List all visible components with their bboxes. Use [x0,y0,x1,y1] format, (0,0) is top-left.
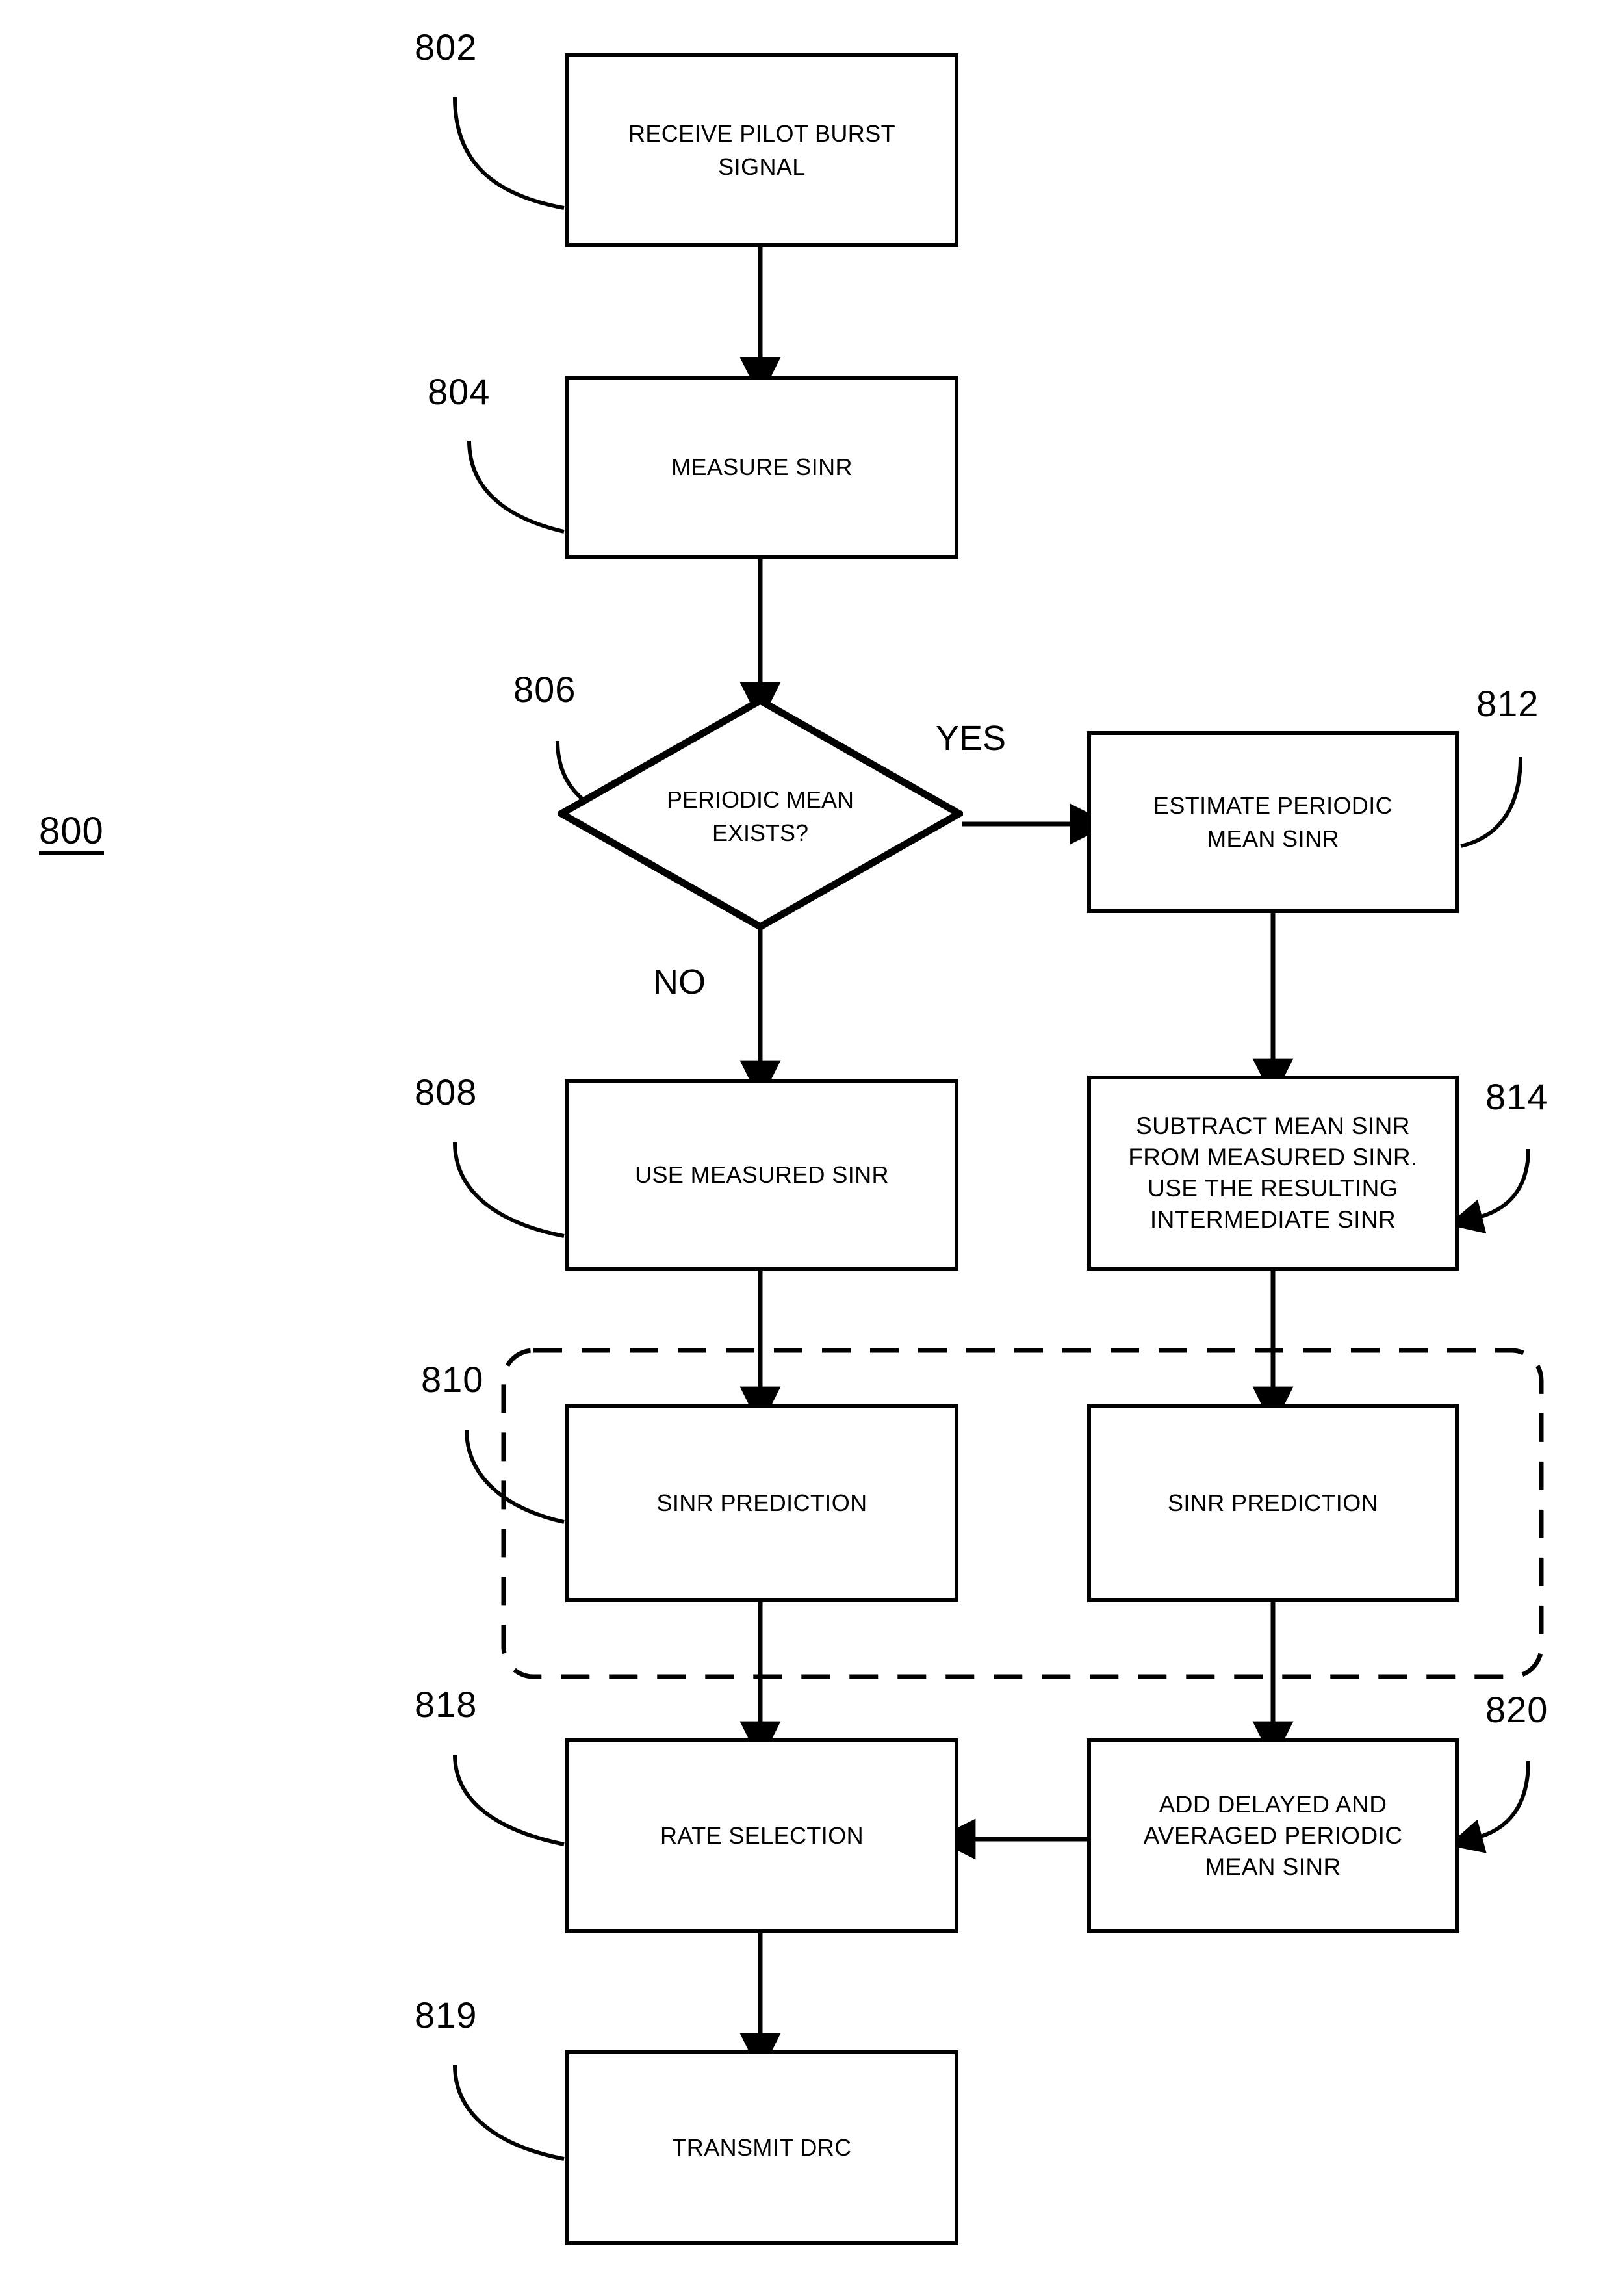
node-818-rate-selection[interactable]: RATE SELECTION [565,1738,958,1933]
node-812-estimate-periodic-mean-sinr[interactable]: ESTIMATE PERIODIC MEAN SINR [1087,731,1459,913]
figure-number-800: 800 [39,812,104,855]
reference-numeral-820: 820 [1485,1689,1548,1730]
leader-810 [465,1429,565,1524]
node-812-label: ESTIMATE PERIODIC MEAN SINR [1153,792,1393,852]
leader-802 [453,97,565,210]
reference-numeral-818: 818 [415,1684,478,1725]
node-802-receive-pilot-burst-signal[interactable]: RECEIVE PILOT BURST SIGNAL [565,53,958,247]
reference-numeral-819: 819 [415,1994,478,2035]
reference-numeral-806: 806 [513,669,576,710]
leader-818 [453,1754,565,1846]
leader-820 [1448,1761,1530,1853]
node-819-transmit-drc[interactable]: TRANSMIT DRC [565,2050,958,2245]
patent-figure-page: 800 802 804 806 808 810 812 814 818 819 … [0,0,1605,2296]
leader-808 [453,1142,565,1238]
reference-numeral-810: 810 [421,1359,484,1400]
leader-814 [1448,1148,1530,1234]
node-802-label: RECEIVE PILOT BURST SIGNAL [628,120,896,180]
node-810-sinr-prediction-right[interactable]: SINR PREDICTION [1087,1404,1459,1602]
reference-numeral-814: 814 [1485,1076,1548,1117]
leader-804 [467,440,565,534]
reference-numeral-808: 808 [415,1072,478,1113]
reference-numeral-812: 812 [1476,683,1539,724]
branch-label-yes: YES [936,719,1007,758]
reference-numeral-804: 804 [428,371,491,412]
node-810-left-label: SINR PREDICTION [656,1489,867,1516]
node-820-label: ADD DELAYED AND AVERAGED PERIODIC MEAN S… [1143,1790,1403,1881]
node-818-label: RATE SELECTION [660,1822,864,1850]
node-806-label: PERIODIC MEAN EXISTS? [666,786,854,847]
node-820-add-delayed-averaged-periodic-mean-sinr[interactable]: ADD DELAYED AND AVERAGED PERIODIC MEAN S… [1087,1738,1459,1933]
node-814-subtract-mean-sinr[interactable]: SUBTRACT MEAN SINR FROM MEASURED SINR. U… [1087,1076,1459,1271]
leader-812 [1460,756,1522,848]
node-804-label: MEASURE SINR [671,454,853,481]
node-814-label: SUBTRACT MEAN SINR FROM MEASURED SINR. U… [1128,1112,1418,1233]
node-810-right-label: SINR PREDICTION [1167,1489,1379,1516]
leader-819 [453,2065,565,2161]
node-819-label: TRANSMIT DRC [672,2134,852,2161]
node-806-periodic-mean-exists[interactable]: PERIODIC MEAN EXISTS? [558,697,963,931]
branch-label-no: NO [653,962,706,1001]
node-808-use-measured-sinr[interactable]: USE MEASURED SINR [565,1079,958,1271]
node-808-label: USE MEASURED SINR [635,1161,889,1188]
reference-numeral-802: 802 [415,27,478,68]
node-804-measure-sinr[interactable]: MEASURE SINR [565,376,958,559]
node-810-sinr-prediction-left[interactable]: SINR PREDICTION [565,1404,958,1602]
